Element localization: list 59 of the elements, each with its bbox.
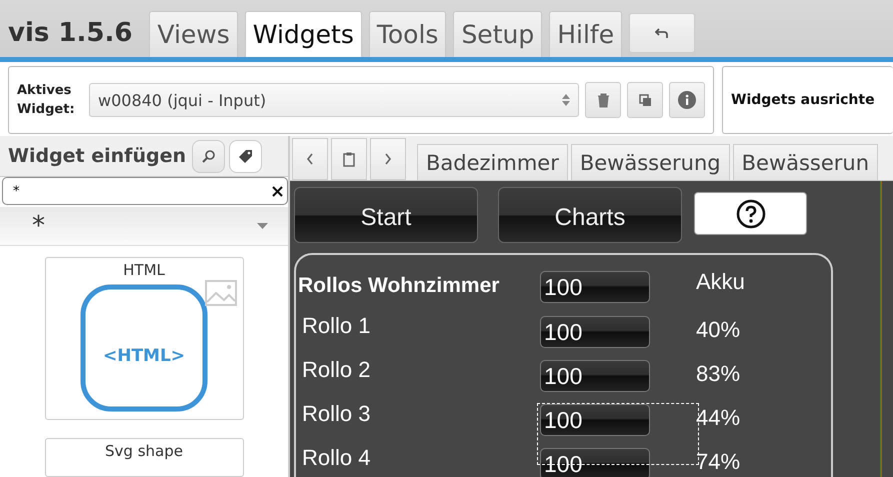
value-input[interactable]: 100 bbox=[540, 360, 650, 392]
search-icon bbox=[202, 149, 216, 164]
info-button[interactable] bbox=[669, 82, 705, 118]
align-panel-title: Widgets ausrichte bbox=[731, 92, 875, 108]
column-header: Akku bbox=[696, 269, 746, 296]
menu-tab[interactable]: Tools bbox=[368, 11, 446, 57]
trash-icon bbox=[596, 92, 610, 108]
row-label: Rollo 3 bbox=[301, 401, 372, 427]
value-input[interactable]: 100 bbox=[540, 404, 650, 436]
battery-value: 40% bbox=[696, 317, 742, 344]
clipboard-icon bbox=[343, 152, 355, 166]
help-button[interactable] bbox=[694, 192, 807, 235]
active-widget-label: Aktives Widget: bbox=[17, 82, 76, 119]
widget-label: HTML bbox=[123, 261, 165, 280]
tag-filter-button[interactable] bbox=[229, 140, 262, 173]
value-input[interactable]: 100 bbox=[540, 316, 650, 348]
widget-label: Svg shape bbox=[105, 442, 183, 460]
view-tab[interactable]: Bewässerun bbox=[732, 144, 878, 180]
widget-set-dropdown[interactable]: * bbox=[0, 206, 288, 246]
copy-button[interactable] bbox=[627, 82, 663, 118]
row-label: Rollo 4 bbox=[301, 445, 372, 471]
value-input[interactable]: 100 bbox=[540, 271, 650, 303]
close-icon[interactable] bbox=[272, 186, 283, 197]
battery-value: 44% bbox=[696, 405, 742, 432]
view-tab[interactable]: Badezimmer bbox=[417, 144, 568, 180]
copy-icon bbox=[638, 94, 652, 106]
group-title: Rollos Wohnzimmer bbox=[298, 274, 500, 298]
chevron-left-icon bbox=[306, 153, 314, 165]
row-label: Rollo 2 bbox=[301, 357, 372, 383]
caret-icon bbox=[257, 223, 268, 230]
image-icon bbox=[204, 280, 236, 306]
battery-value: 74% bbox=[696, 449, 742, 476]
search-button[interactable] bbox=[192, 140, 225, 173]
help-icon bbox=[736, 198, 766, 228]
undo-icon bbox=[655, 27, 670, 39]
row-label: Rollo 1 bbox=[301, 313, 372, 339]
menu-tab[interactable]: Hilfe bbox=[549, 11, 622, 57]
battery-value: 83% bbox=[696, 361, 742, 388]
sort-caret-icon bbox=[562, 94, 570, 106]
nav-button[interactable]: Start bbox=[294, 187, 478, 243]
tag-icon bbox=[238, 148, 254, 164]
html-preview-text: <HTML> bbox=[102, 346, 186, 366]
html-widget-icon bbox=[79, 283, 209, 414]
panel-title: Widget einfügen bbox=[8, 145, 186, 168]
clipboard-button[interactable] bbox=[331, 138, 367, 180]
chevron-right-icon bbox=[384, 153, 392, 165]
view-tab[interactable]: Bewässerung bbox=[570, 144, 730, 180]
active-widget-select[interactable]: w00840 (jqui - Input) bbox=[89, 83, 579, 117]
info-icon bbox=[678, 91, 696, 109]
menu-tab[interactable]: Widgets bbox=[244, 11, 362, 57]
delete-button[interactable] bbox=[585, 82, 621, 118]
widget-card[interactable]: HTML <HTML> bbox=[44, 257, 244, 420]
menu-tab[interactable]: Setup bbox=[453, 11, 542, 57]
value-input[interactable]: 100 bbox=[540, 448, 650, 477]
nav-button[interactable]: Charts bbox=[498, 187, 682, 243]
search-field[interactable]: * bbox=[2, 177, 288, 205]
app-title: vis 1.5.6 bbox=[8, 18, 132, 48]
menu-tab[interactable]: Views bbox=[149, 11, 238, 57]
widget-card[interactable]: Svg shape bbox=[44, 438, 244, 477]
